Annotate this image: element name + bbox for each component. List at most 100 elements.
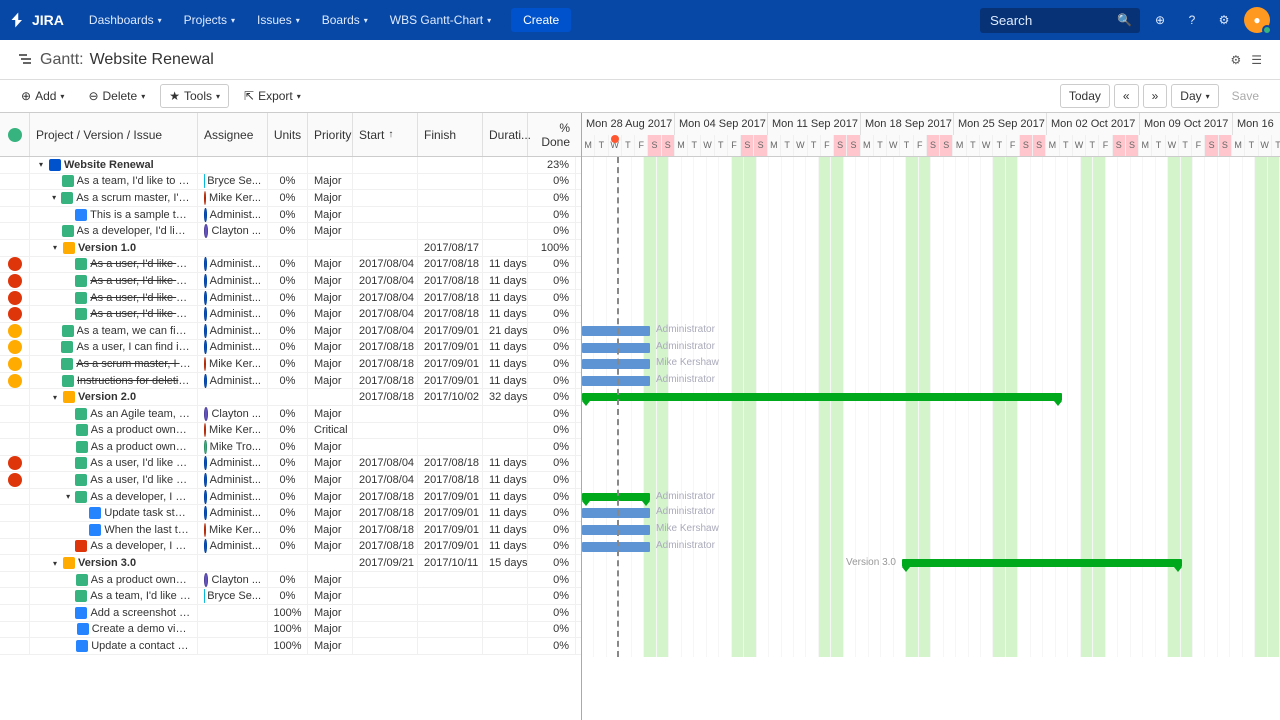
subtask-icon (89, 507, 101, 519)
table-row[interactable]: As a product owner, I'...Mike Tro...0%Ma… (0, 439, 581, 456)
table-row[interactable]: ▾Version 3.02017/09/212017/10/1115 days0… (0, 555, 581, 572)
table-row[interactable]: As a user, I'd like a hist...Administ...… (0, 472, 581, 489)
table-row[interactable]: ▾Website Renewal23% (0, 157, 581, 174)
week-header: Mon 25 Sep 2017 (954, 113, 1047, 135)
save-button[interactable]: Save (1223, 84, 1268, 108)
gantt-pane: Mon 28 Aug 2017Mon 04 Sep 2017Mon 11 Sep… (582, 113, 1280, 720)
col-assignee[interactable]: Assignee (198, 113, 268, 156)
table-row[interactable]: This is a sample task. T...Administ...0%… (0, 207, 581, 224)
table-row[interactable]: Update a contact form100%Major0% (0, 638, 581, 655)
story-icon (75, 457, 87, 469)
nav-dashboards[interactable]: Dashboards▾ (79, 9, 172, 31)
main: Project / Version / Issue Assignee Units… (0, 112, 1280, 720)
col-name[interactable]: Project / Version / Issue (30, 113, 198, 156)
settings-icon[interactable]: ⚙ (1212, 8, 1236, 32)
week-header: Mon 02 Oct 2017 (1047, 113, 1140, 135)
table-row[interactable]: ▾As a scrum master, I'd like ...Mike Ker… (0, 190, 581, 207)
gantt-icon (18, 52, 34, 68)
gantt-bar[interactable]: Administrator (582, 376, 650, 386)
gantt-body[interactable]: Administrator Administrator Mike Kershaw Ad… (582, 157, 1280, 657)
subtask-icon (77, 623, 89, 635)
page-header: Gantt: Website Renewal ⚙ ☰ (0, 40, 1280, 80)
gantt-bar[interactable]: Administrator (582, 508, 650, 518)
table-row[interactable]: Create a demo video100%Major0% (0, 622, 581, 639)
page-type: Gantt: (40, 51, 84, 69)
col-done[interactable]: % Done (528, 113, 576, 156)
table-row[interactable]: Instructions for deleting t...Administ..… (0, 373, 581, 390)
table-row[interactable]: ▾Version 1.02017/08/17100% (0, 240, 581, 257)
table-row[interactable]: As a user, I'd like a hist...Administ...… (0, 290, 581, 307)
create-button[interactable]: Create (511, 8, 571, 32)
delete-button[interactable]: ⊖Delete▾ (79, 84, 154, 108)
prev-button[interactable]: « (1114, 84, 1139, 108)
gantt-bar[interactable]: Administrator (582, 343, 650, 353)
week-header: Mon 18 Sep 2017 (861, 113, 954, 135)
table-row[interactable]: ▾Version 2.02017/08/182017/10/0232 days0… (0, 389, 581, 406)
week-header: Mon 04 Sep 2017 (675, 113, 768, 135)
grid-pane: Project / Version / Issue Assignee Units… (0, 113, 582, 720)
export-button[interactable]: ⇱Export▾ (235, 84, 310, 108)
story-icon (61, 341, 73, 353)
page-menu-icon[interactable]: ☰ (1251, 53, 1262, 67)
nav-issues[interactable]: Issues▾ (247, 9, 310, 31)
table-row[interactable]: As a team, I'd like to com...Bryce Se...… (0, 174, 581, 191)
table-row[interactable]: As a product owner, I'...Mike Ker...0%Cr… (0, 423, 581, 440)
table-row[interactable]: As a user, I'd like a hist...Administ...… (0, 306, 581, 323)
table-row[interactable]: As a scrum master, I can s...Mike Ker...… (0, 356, 581, 373)
week-header: Mon 16 (1233, 113, 1280, 135)
next-button[interactable]: » (1143, 84, 1168, 108)
gantt-bar[interactable]: Version 3.0 (902, 559, 1182, 567)
table-row[interactable]: As a developer, I'd like to ...Clayton .… (0, 223, 581, 240)
today-button[interactable]: Today (1060, 84, 1110, 108)
gantt-bar[interactable]: Administrator (582, 493, 650, 501)
col-priority[interactable]: Priority (308, 113, 353, 156)
table-row[interactable]: Add a screenshot to th...100%Major0% (0, 605, 581, 622)
table-row[interactable]: ▾As a developer, I can u...Administ...0%… (0, 489, 581, 506)
col-duration[interactable]: Durati... (483, 113, 528, 156)
table-row[interactable]: As a user, I'd like a hist...Administ...… (0, 273, 581, 290)
add-button[interactable]: ⊕Add▾ (12, 84, 73, 108)
today-line (617, 157, 619, 657)
nav-projects[interactable]: Projects▾ (174, 9, 245, 31)
col-units[interactable]: Units (268, 113, 308, 156)
sort-asc-icon: ↑ (388, 129, 393, 140)
col-status[interactable] (0, 113, 30, 156)
story-icon (75, 308, 87, 320)
zoom-button[interactable]: Day▾ (1171, 84, 1218, 108)
nav-wbs[interactable]: WBS Gantt-Chart▾ (380, 9, 501, 31)
gantt-bar[interactable]: Mike Kershaw (582, 525, 650, 535)
feedback-icon[interactable]: ⊕ (1148, 8, 1172, 32)
search-input[interactable] (980, 8, 1140, 33)
story-icon (75, 408, 87, 420)
table-row[interactable]: As a developer, I can u...Administ...0%M… (0, 539, 581, 556)
story-icon (75, 491, 87, 503)
col-finish[interactable]: Finish (418, 113, 483, 156)
tools-button[interactable]: ★Tools▾ (160, 84, 229, 108)
gantt-bar[interactable]: Mike Kershaw (582, 359, 650, 369)
story-icon (62, 225, 74, 237)
table-row[interactable]: Update task status ...Administ...0%Major… (0, 505, 581, 522)
subtask-icon (89, 524, 101, 536)
story-icon (61, 192, 73, 204)
gantt-bar[interactable]: Administrator (582, 326, 650, 336)
table-row[interactable]: As a product owner, I'...Clayton ...0%Ma… (0, 572, 581, 589)
logo[interactable]: JIRA (10, 11, 64, 29)
table-row[interactable]: As a user, I can find impor...Administ..… (0, 340, 581, 357)
table-row[interactable]: As an Agile team, I'd lik...Clayton ...0… (0, 406, 581, 423)
table-row[interactable]: When the last task ...Mike Ker...0%Major… (0, 522, 581, 539)
search-icon[interactable]: 🔍 (1117, 13, 1132, 27)
story-icon (75, 474, 87, 486)
gantt-bar[interactable]: Administrator (582, 542, 650, 552)
help-icon[interactable]: ? (1180, 8, 1204, 32)
search-wrap: 🔍 (980, 8, 1140, 33)
nav-boards[interactable]: Boards▾ (312, 9, 378, 31)
table-row[interactable]: As a user, I'd like a hist...Administ...… (0, 257, 581, 274)
status-icon (8, 128, 22, 142)
col-start[interactable]: Start↑ (353, 113, 418, 156)
table-row[interactable]: As a team, we can finish t...Administ...… (0, 323, 581, 340)
gantt-bar[interactable] (582, 393, 1062, 401)
table-row[interactable]: As a team, I'd like to es...Bryce Se...0… (0, 588, 581, 605)
page-settings-icon[interactable]: ⚙ (1230, 53, 1241, 67)
avatar[interactable]: ● (1244, 7, 1270, 33)
table-row[interactable]: As a user, I'd like a hist...Administ...… (0, 456, 581, 473)
